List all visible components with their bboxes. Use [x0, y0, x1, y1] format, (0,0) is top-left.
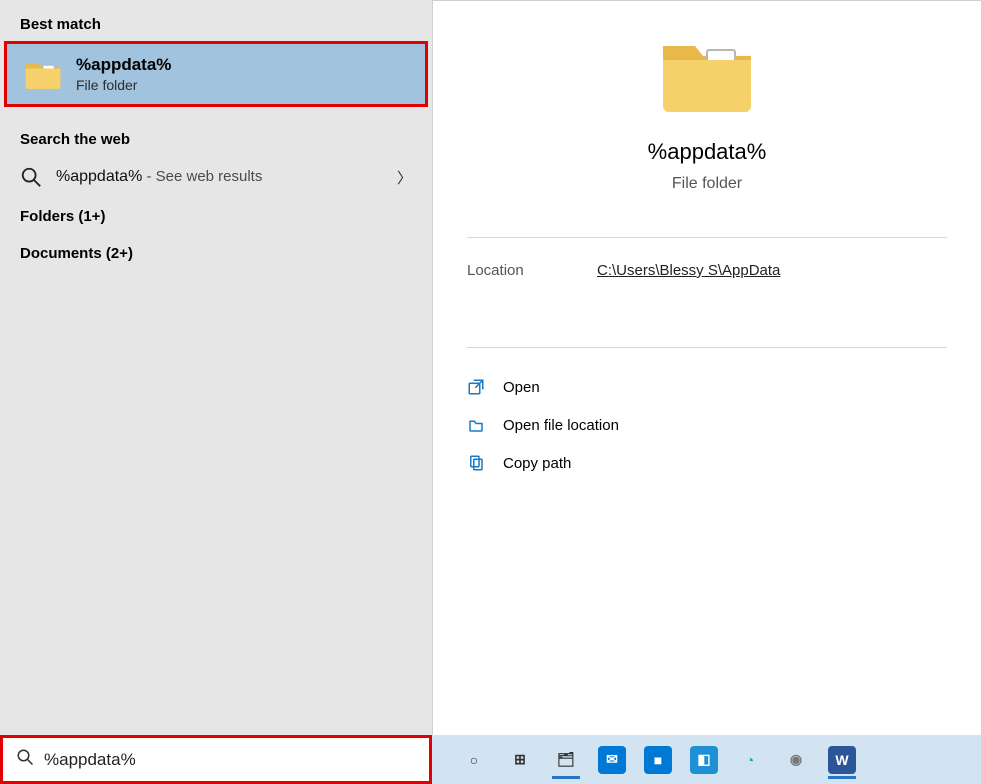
- preview-pane: %appdata% File folder Location C:\Users\…: [432, 0, 981, 735]
- search-icon: [20, 166, 42, 188]
- best-match-header: Best match: [0, 10, 432, 41]
- web-result-query: %appdata%: [56, 168, 142, 185]
- open-icon: [467, 378, 485, 396]
- divider: [467, 237, 947, 238]
- app2-icon[interactable]: ◧: [684, 740, 724, 780]
- best-match-title: %appdata%: [76, 55, 171, 75]
- app1-icon[interactable]: ■: [638, 740, 678, 780]
- folder-icon: [24, 58, 62, 90]
- action-copy-path[interactable]: Copy path: [467, 444, 947, 482]
- action-label: Open file location: [503, 417, 619, 434]
- cortana-icon[interactable]: ○: [454, 740, 494, 780]
- search-icon: [16, 748, 34, 771]
- action-open[interactable]: Open: [467, 368, 947, 406]
- word-icon[interactable]: W: [822, 740, 862, 780]
- search-box[interactable]: [0, 735, 432, 784]
- search-results-pane: Best match %appdata% File folder Search …: [0, 0, 432, 735]
- preview-subtitle: File folder: [467, 175, 947, 193]
- open-location-icon: [467, 416, 485, 434]
- preview-title: %appdata%: [467, 139, 947, 165]
- search-web-header: Search the web: [0, 125, 432, 156]
- divider: [467, 347, 947, 348]
- chrome-icon[interactable]: ◉: [776, 740, 816, 780]
- best-match-result[interactable]: %appdata% File folder: [4, 41, 428, 107]
- action-open-location[interactable]: Open file location: [467, 406, 947, 444]
- taskbar: ○⊞🗂✉■◧◔◉W: [0, 735, 981, 784]
- mail-icon[interactable]: ✉: [592, 740, 632, 780]
- location-path-link[interactable]: C:\Users\Blessy S\AppData: [597, 262, 780, 279]
- best-match-subtitle: File folder: [76, 77, 171, 93]
- copy-path-icon: [467, 454, 485, 472]
- location-label: Location: [467, 262, 597, 279]
- web-search-result[interactable]: %appdata% - See web results 〉: [0, 156, 432, 198]
- action-label: Copy path: [503, 455, 571, 472]
- search-input[interactable]: [44, 750, 416, 770]
- edge-icon[interactable]: ◔: [730, 740, 770, 780]
- explorer-icon[interactable]: 🗂: [546, 740, 586, 780]
- action-label: Open: [503, 379, 540, 396]
- folder-large-icon: [659, 33, 755, 115]
- category-folders[interactable]: Folders (1+): [0, 198, 432, 235]
- chevron-right-icon: 〉: [397, 167, 412, 188]
- category-documents[interactable]: Documents (2+): [0, 235, 432, 272]
- web-result-suffix: - See web results: [142, 168, 262, 185]
- task-view-icon[interactable]: ⊞: [500, 740, 540, 780]
